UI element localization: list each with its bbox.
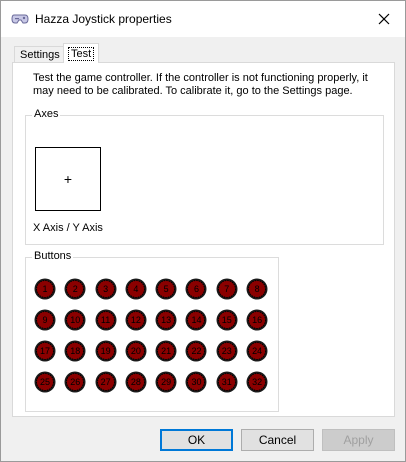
- tab-test-label: Test: [67, 47, 95, 61]
- joystick-button-indicator: 17: [34, 340, 56, 362]
- button-indicator-label: 28: [130, 377, 141, 387]
- title-bar: Hazza Joystick properties: [1, 1, 405, 37]
- joystick-button-indicator: 16: [246, 309, 268, 331]
- button-indicator-label: 32: [252, 377, 263, 387]
- joystick-button-indicator: 12: [125, 309, 147, 331]
- axes-group: Axes + X Axis / Y Axis: [25, 108, 384, 245]
- properties-window: Hazza Joystick properties Settings Test …: [0, 0, 406, 462]
- button-indicator-label: 22: [191, 346, 202, 356]
- apply-button[interactable]: Apply: [322, 429, 395, 451]
- joystick-button-indicator: 22: [185, 340, 207, 362]
- axes-legend: Axes: [32, 108, 61, 120]
- tab-test[interactable]: Test: [63, 43, 100, 63]
- tab-settings-label: Settings: [20, 49, 60, 61]
- button-indicator-label: 24: [252, 346, 263, 356]
- button-indicator-label: 15: [221, 315, 232, 325]
- joystick-button-indicator: 21: [155, 340, 177, 362]
- joystick-button-indicator: 30: [185, 371, 207, 393]
- joystick-button-indicator: 18: [64, 340, 86, 362]
- joystick-button-indicator: 7: [216, 278, 238, 300]
- joystick-button-indicator: 9: [34, 309, 56, 331]
- cancel-button[interactable]: Cancel: [241, 429, 314, 451]
- window-title: Hazza Joystick properties: [35, 12, 172, 26]
- axis-crosshair: +: [63, 171, 73, 187]
- button-indicator-label: 20: [130, 346, 141, 356]
- button-indicator-label: 11: [100, 315, 111, 325]
- button-indicator-label: 1: [42, 284, 48, 294]
- button-indicator-label: 21: [161, 346, 172, 356]
- button-indicator-label: 8: [254, 284, 260, 294]
- joystick-button-indicator: 32: [246, 371, 268, 393]
- joystick-button-indicator: 10: [64, 309, 86, 331]
- button-indicator-label: 27: [100, 377, 111, 387]
- joystick-button-indicator: 1: [34, 278, 56, 300]
- button-indicator-label: 12: [130, 315, 141, 325]
- close-icon: [378, 13, 390, 25]
- joystick-button-indicator: 27: [95, 371, 117, 393]
- xy-axis-display: +: [35, 147, 101, 211]
- joystick-button-indicator: 3: [95, 278, 117, 300]
- joystick-button-indicator: 24: [246, 340, 268, 362]
- button-indicator-label: 10: [70, 315, 81, 325]
- joystick-button-indicator: 23: [216, 340, 238, 362]
- button-indicator-label: 17: [39, 346, 50, 356]
- button-indicator-label: 31: [221, 377, 232, 387]
- button-indicator-label: 3: [103, 284, 109, 294]
- button-indicator-label: 29: [161, 377, 172, 387]
- axis-label: X Axis / Y Axis: [33, 222, 103, 234]
- joystick-button-indicator: 14: [185, 309, 207, 331]
- button-indicator-label: 6: [193, 284, 199, 294]
- test-tab-panel: Test the game controller. If the control…: [12, 62, 395, 417]
- joystick-button-indicator: 8: [246, 278, 268, 300]
- joystick-button-indicator: 5: [155, 278, 177, 300]
- joystick-button-indicator: 31: [216, 371, 238, 393]
- joystick-button-indicator: 15: [216, 309, 238, 331]
- button-indicator-label: 4: [133, 284, 139, 294]
- button-indicator-label: 5: [163, 284, 169, 294]
- tab-settings[interactable]: Settings: [14, 46, 66, 63]
- button-indicator-label: 26: [70, 377, 81, 387]
- button-indicator-label: 14: [191, 315, 202, 325]
- joystick-button-indicator: 6: [185, 278, 207, 300]
- joystick-button-indicator: 28: [125, 371, 147, 393]
- ok-button[interactable]: OK: [160, 429, 233, 451]
- joystick-button-indicator: 13: [155, 309, 177, 331]
- test-description: Test the game controller. If the control…: [33, 72, 368, 97]
- joystick-button-indicator: 4: [125, 278, 147, 300]
- buttons-group: Buttons 1 2 3 4 5 6 7 8 9 10 11 12 13 14 15 16 17 18 19 20 2…: [25, 250, 279, 412]
- joystick-button-indicator: 26: [64, 371, 86, 393]
- button-indicator-label: 7: [224, 284, 230, 294]
- button-indicator-label: 18: [70, 346, 81, 356]
- joystick-button-indicator: 19: [95, 340, 117, 362]
- button-indicator-label: 9: [42, 315, 48, 325]
- joystick-button-indicator: 2: [64, 278, 86, 300]
- button-indicator-label: 23: [221, 346, 232, 356]
- button-indicator-label: 16: [252, 315, 263, 325]
- button-indicator-label: 30: [191, 377, 202, 387]
- joystick-button-indicator: 20: [125, 340, 147, 362]
- button-indicator-label: 2: [72, 284, 78, 294]
- joystick-button-indicator: 29: [155, 371, 177, 393]
- button-indicator-label: 13: [161, 315, 172, 325]
- joystick-button-indicator: 11: [95, 309, 117, 331]
- button-indicator-label: 25: [39, 377, 50, 387]
- buttons-legend: Buttons: [32, 250, 74, 262]
- button-indicator-label: 19: [100, 346, 111, 356]
- button-indicator-grid: 1 2 3 4 5 6 7 8 9 10 11 12 13 14 15 16 17 18 19 20 21 22 23 24 2…: [34, 278, 268, 393]
- gamepad-icon: [11, 12, 29, 26]
- joystick-button-indicator: 25: [34, 371, 56, 393]
- close-button[interactable]: [371, 7, 397, 31]
